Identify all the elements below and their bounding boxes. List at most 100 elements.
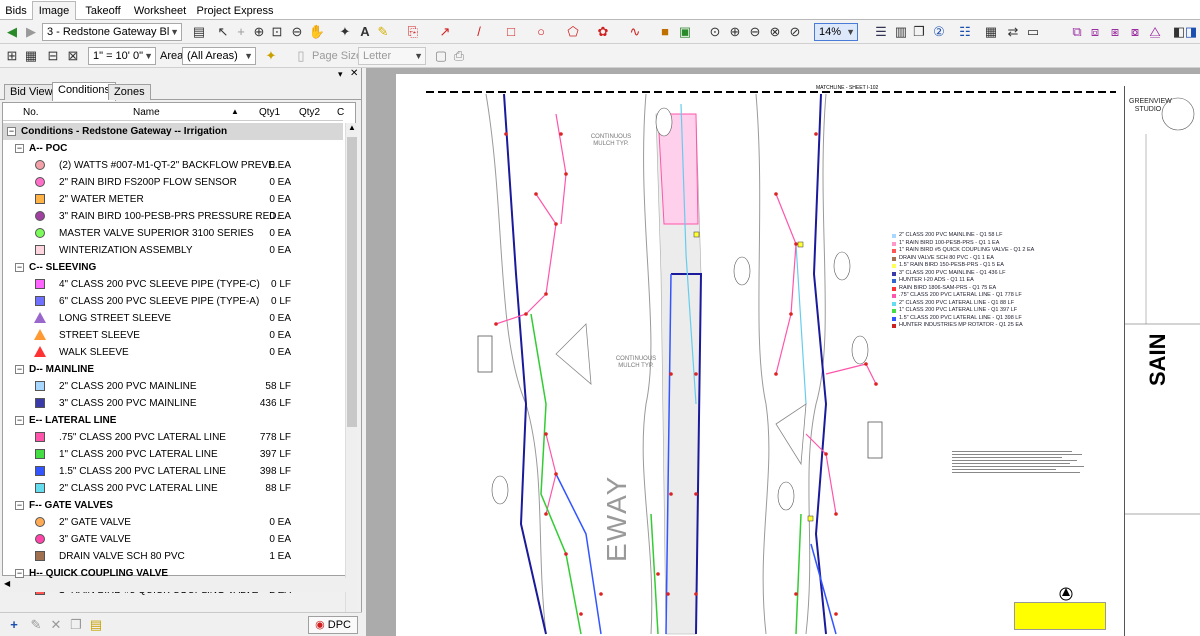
- print-icon[interactable]: ⎙: [450, 47, 468, 65]
- condition-group-row[interactable]: − C-- SLEEVING: [3, 259, 343, 276]
- zoom-window-icon[interactable]: ⊡: [268, 23, 286, 41]
- condition-row[interactable]: WINTERIZATION ASSEMBLY 0 EA: [3, 242, 343, 259]
- rectangle-tool-icon[interactable]: □: [502, 23, 520, 41]
- condition-row[interactable]: DRAIN VALVE SCH 80 PVC 1 EA: [3, 548, 343, 565]
- condition-row[interactable]: .75" CLASS 200 PVC LATERAL LINE 778 LF: [3, 429, 343, 446]
- condition-row[interactable]: (2) WATTS #007-M1-QT-2" BACKFLOW PREVE..…: [3, 157, 343, 174]
- condition-row[interactable]: 2" GATE VALVE 0 EA: [3, 514, 343, 531]
- condition-row[interactable]: 3" RAIN BIRD 100-PESB-PRS PRESSURE RED..…: [3, 208, 343, 225]
- collapse-icon[interactable]: −: [15, 569, 24, 578]
- condition-row[interactable]: 1.5" CLASS 200 PVC LATERAL LINE 398 LF: [3, 463, 343, 480]
- condition-group-row[interactable]: − E-- LATERAL LINE: [3, 412, 343, 429]
- highlight-box-icon[interactable]: ▣: [676, 23, 694, 41]
- copy-condition-icon[interactable]: ❐: [68, 617, 84, 633]
- back-icon[interactable]: ◀: [3, 23, 21, 41]
- grid-icon[interactable]: ⊞: [3, 47, 21, 65]
- arrow-tool-icon[interactable]: ↗: [436, 23, 454, 41]
- copy-icon[interactable]: ❐: [910, 23, 928, 41]
- page-size-icon[interactable]: ▯: [292, 47, 310, 65]
- sort-ascending-icon[interactable]: ▲: [231, 107, 239, 116]
- markup-icon[interactable]: ⧇: [1126, 23, 1144, 41]
- new-page-icon[interactable]: ▢: [432, 47, 450, 65]
- document-icon[interactable]: ▦: [982, 23, 1000, 41]
- condition-group-row[interactable]: − D-- MAINLINE: [3, 361, 343, 378]
- pan-hand-icon[interactable]: ✋: [308, 23, 326, 41]
- magic-wand-icon[interactable]: ✦: [262, 47, 280, 65]
- compare-icon[interactable]: ⧈: [1086, 23, 1104, 41]
- tab-bid-view[interactable]: Bid View: [4, 84, 59, 100]
- conditions-root-row[interactable]: − Conditions - Redstone Gateway -- Irrig…: [3, 123, 343, 140]
- column-qty2[interactable]: Qty2: [299, 107, 320, 118]
- flip-icon[interactable]: ⇄: [1004, 23, 1022, 41]
- zoom-out-2-icon[interactable]: ⊖: [746, 23, 764, 41]
- text-tool-icon[interactable]: A: [356, 23, 374, 41]
- condition-row[interactable]: STREET SLEEVE 0 EA: [3, 327, 343, 344]
- collapse-icon[interactable]: −: [15, 416, 24, 425]
- column-name[interactable]: Name: [133, 107, 160, 118]
- tab-project-express[interactable]: Project Express: [196, 2, 274, 20]
- collapse-icon[interactable]: −: [7, 127, 16, 136]
- select-pointer-icon[interactable]: ↖: [214, 23, 232, 41]
- collapse-icon[interactable]: −: [15, 144, 24, 153]
- condition-row[interactable]: 3" CLASS 200 PVC MAINLINE 436 LF: [3, 395, 343, 412]
- table-icon[interactable]: ▦: [22, 47, 40, 65]
- condition-row[interactable]: 1" CLASS 200 PVC LATERAL LINE 397 LF: [3, 446, 343, 463]
- scroll-up-icon[interactable]: ▲: [348, 123, 356, 132]
- horizontal-scrollbar[interactable]: ◀: [2, 578, 356, 592]
- column-more[interactable]: C: [337, 107, 344, 118]
- line-tool-icon[interactable]: /: [470, 23, 488, 41]
- add-condition-icon[interactable]: +: [6, 617, 22, 633]
- delete-icon[interactable]: ✕: [48, 617, 64, 633]
- zoom-out-icon[interactable]: ⊖: [288, 23, 306, 41]
- tab-bids[interactable]: Bids: [4, 2, 28, 20]
- condition-group-row[interactable]: − F-- GATE VALVES: [3, 497, 343, 514]
- bullet-list-icon[interactable]: ☷: [956, 23, 974, 41]
- zoom-fit-icon[interactable]: ⊙: [706, 23, 724, 41]
- bookmark-icon[interactable]: ⧋: [1146, 23, 1164, 41]
- zoom-width-icon[interactable]: ⊗: [766, 23, 784, 41]
- column-no[interactable]: No.: [23, 107, 39, 118]
- condition-row[interactable]: 4" CLASS 200 PVC SLEEVE PIPE (TYPE-C) 0 …: [3, 276, 343, 293]
- tab-conditions[interactable]: Conditions: [52, 82, 116, 101]
- page-select[interactable]: 3 - Redstone Gateway Bl ▼: [42, 23, 182, 41]
- sheet-icon[interactable]: ▭: [1024, 23, 1042, 41]
- list-view-icon[interactable]: ☰: [872, 23, 890, 41]
- color-fill-icon[interactable]: ■: [656, 23, 674, 41]
- condition-row[interactable]: 2" CLASS 200 PVC LATERAL LINE 88 LF: [3, 480, 343, 497]
- page-size-select[interactable]: Letter ▼: [358, 47, 426, 65]
- zoom-page-icon[interactable]: ⊘: [786, 23, 804, 41]
- stamp-icon[interactable]: ⎘: [404, 23, 422, 41]
- area-select[interactable]: (All Areas) ▼: [182, 47, 256, 65]
- close-icon[interactable]: ✕: [350, 68, 358, 79]
- highlighter-icon[interactable]: ✎: [374, 23, 392, 41]
- polygon-tool-icon[interactable]: ⬠: [564, 23, 582, 41]
- collapse-icon[interactable]: −: [15, 365, 24, 374]
- ellipse-tool-icon[interactable]: ○: [532, 23, 550, 41]
- condition-group-row[interactable]: − A-- POC: [3, 140, 343, 157]
- zoom-in-icon[interactable]: ⊕: [726, 23, 744, 41]
- freehand-tool-icon[interactable]: ∿: [626, 23, 644, 41]
- condition-row[interactable]: WALK SLEEVE 0 EA: [3, 344, 343, 361]
- vertical-scrollbar[interactable]: ▲ ▼: [345, 123, 357, 636]
- cloud-tool-icon[interactable]: ✿: [594, 23, 612, 41]
- tab-worksheet[interactable]: Worksheet: [132, 2, 188, 20]
- forward-icon[interactable]: ▶: [22, 23, 40, 41]
- condition-row[interactable]: MASTER VALVE SUPERIOR 3100 SERIES 0 EA: [3, 225, 343, 242]
- magic-wand-icon[interactable]: ✦: [336, 23, 354, 41]
- scroll-left-icon[interactable]: ◀: [4, 579, 10, 588]
- scale-select[interactable]: 1" = 10' 0" ▼: [88, 47, 156, 65]
- measure-icon[interactable]: ⊟: [44, 47, 62, 65]
- edit-icon[interactable]: ✎: [28, 617, 44, 633]
- dpc-button[interactable]: ◉ DPC: [308, 616, 358, 634]
- panel-toggle-icon[interactable]: ◨: [1182, 23, 1200, 41]
- condition-row[interactable]: 2" WATER METER 0 EA: [3, 191, 343, 208]
- page-list-icon[interactable]: ▤: [190, 23, 208, 41]
- crosshair-icon[interactable]: +: [232, 23, 250, 41]
- layers-icon[interactable]: ▥: [892, 23, 910, 41]
- condition-row[interactable]: 2" RAIN BIRD FS200P FLOW SENSOR 0 EA: [3, 174, 343, 191]
- overlay-icon[interactable]: ⧉: [1068, 23, 1086, 41]
- panel-pin-icon[interactable]: ▾: [338, 69, 343, 80]
- page-two-icon[interactable]: ②: [930, 23, 948, 41]
- tab-image[interactable]: Image: [32, 1, 76, 21]
- condition-row[interactable]: LONG STREET SLEEVE 0 EA: [3, 310, 343, 327]
